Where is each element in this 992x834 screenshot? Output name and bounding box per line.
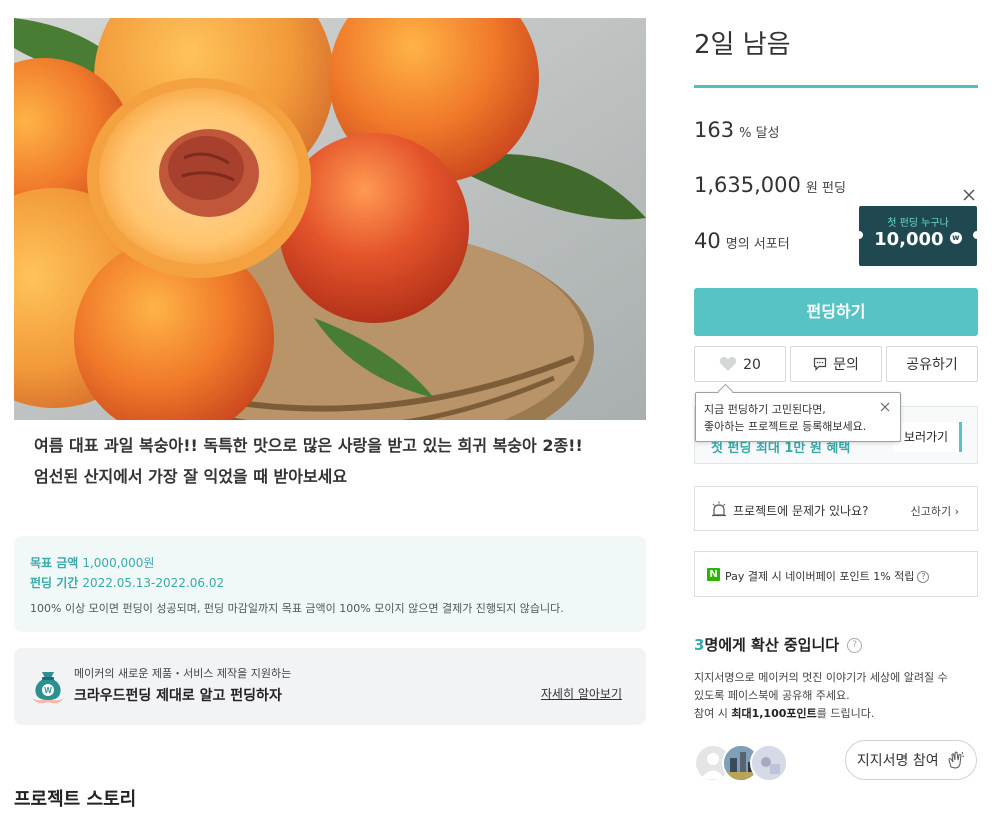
spread-desc-3c: 를 드립니다. — [816, 707, 875, 720]
naver-pay-box: N Pay 결제 시 네이버페이 포인트 1% 적립? — [694, 551, 978, 597]
spread-help-icon[interactable]: ? — [847, 638, 863, 653]
achievement-percent: 163 — [694, 118, 735, 142]
first-funding-coupon[interactable]: 첫 펀딩 누구나 10,000 w — [855, 206, 981, 266]
funding-notice: 100% 이상 모이면 펀딩이 성공되며, 펀딩 마감일까지 목표 금액이 10… — [30, 602, 564, 615]
like-count: 20 — [743, 357, 761, 373]
coupon-value: 10,000 w — [859, 229, 977, 250]
event-view-button[interactable]: 보러가기 — [893, 422, 962, 452]
tooltip-line-2: 좋아하는 프로젝트로 등록해보세요. — [704, 420, 867, 433]
sign-support-label: 지지서명 참여 — [856, 753, 939, 769]
spread-desc-3a: 참여 시 — [694, 707, 732, 720]
funding-period-value: 2022.05.13-2022.06.02 — [82, 576, 225, 590]
sign-support-button[interactable]: 지지서명 참여 — [845, 740, 977, 780]
tooltip-line-1: 지금 펀딩하기 고민된다면, — [704, 403, 826, 416]
spread-description: 지지서명으로 메이커의 멋진 이야기가 세상에 알려질 수 있도록 페이스북에 … — [694, 669, 974, 723]
like-tooltip: 지금 펀딩하기 고민된다면, 좋아하는 프로젝트로 등록해보세요. — [695, 383, 901, 442]
crowdfunding-guide-banner[interactable]: W 메이커의 새로운 제품・서비스 제작을 지원하는 크라우드펀딩 제대로 알고… — [14, 648, 646, 725]
funding-period-label: 펀딩 기간 — [30, 576, 79, 590]
siren-icon — [712, 501, 726, 517]
won-coin-icon: w — [949, 232, 962, 244]
share-label: 공유하기 — [906, 357, 958, 373]
svg-text:W: W — [44, 686, 52, 695]
avatar — [750, 744, 788, 782]
avatar-photo-icon — [752, 746, 786, 780]
naver-pay-label: Pay 결제 시 네이버페이 포인트 1% 적립 — [725, 570, 915, 583]
guide-title: 크라우드펀딩 제대로 알고 펀딩하자 — [74, 688, 282, 704]
share-button[interactable]: 공유하기 — [886, 346, 978, 382]
won-coin-letter: w — [952, 233, 960, 242]
spread-heading: 3명에게 확산 중입니다? — [694, 634, 863, 655]
like-button[interactable]: 20 — [694, 346, 786, 382]
project-story-heading: 프로젝트 스토리 — [14, 789, 137, 810]
funded-amount: 1,635,000 원 펀딩 — [694, 173, 846, 197]
guide-more-link[interactable]: 자세히 알아보기 — [541, 685, 622, 702]
spread-desc-points: 최대1,100포인트 — [731, 707, 817, 720]
achievement-rate: 163 % 달성 — [694, 118, 780, 142]
goal-amount-label: 목표 금액 — [30, 556, 79, 570]
spread-desc-line-1: 지지서명으로 메이커의 멋진 이야기가 세상에 알려질 수 — [694, 671, 948, 684]
tooltip-close-icon[interactable] — [880, 402, 890, 412]
naver-pay-icon: N — [707, 568, 720, 581]
coupon-close-icon[interactable] — [962, 188, 976, 202]
summary-line-2: 엄선된 산지에서 가장 잘 익었을 때 받아보세요 — [34, 467, 348, 486]
spread-desc-line-3: 참여 시 최대1,100포인트를 드립니다. — [694, 705, 974, 723]
funding-period: 펀딩 기간 2022.05.13-2022.06.02 — [30, 574, 224, 591]
chat-bubble-icon — [814, 357, 827, 371]
naver-pay-text: Pay 결제 시 네이버페이 포인트 1% 적립? — [725, 568, 930, 584]
inquiry-label: 문의 — [833, 357, 859, 373]
goal-amount-value: 1,000,000원 — [82, 556, 155, 570]
report-box: 프로젝트에 문제가 있나요? 신고하기 › — [694, 486, 978, 531]
guide-subtitle: 메이커의 새로운 제품・서비스 제작을 지원하는 — [74, 667, 292, 680]
tooltip-arrow — [717, 383, 734, 400]
clap-icon — [948, 751, 965, 769]
coupon-title: 첫 펀딩 누구나 — [887, 218, 949, 229]
inquiry-button[interactable]: 문의 — [790, 346, 882, 382]
funded-amount-unit: 원 펀딩 — [805, 181, 846, 196]
help-icon[interactable]: ? — [917, 571, 930, 583]
report-question: 프로젝트에 문제가 있나요? — [733, 504, 869, 518]
project-summary: 여름 대표 과일 복숭아!! 독특한 맛으로 많은 사랑을 받고 있는 희귀 복… — [34, 430, 634, 492]
achievement-unit: % 달성 — [739, 126, 780, 141]
days-left: 2일 남음 — [694, 30, 791, 60]
goal-amount: 목표 금액 1,000,000원 — [30, 554, 154, 571]
fund-button[interactable]: 펀딩하기 — [694, 288, 978, 336]
supporter-count: 40 명의 서포터 — [694, 229, 790, 253]
coupon-value-amount: 10,000 — [874, 229, 944, 250]
spread-desc-line-2: 있도록 페이스북에 공유해 주세요. — [694, 689, 850, 702]
project-main-image — [14, 18, 646, 420]
money-bag-icon: W — [32, 672, 64, 704]
supporter-count-unit: 명의 서포터 — [725, 237, 790, 252]
progress-bar — [694, 85, 978, 88]
report-link[interactable]: 신고하기 › — [911, 503, 959, 519]
heart-icon — [719, 357, 737, 371]
funded-amount-value: 1,635,000 — [694, 173, 801, 197]
spread-heading-text: 명에게 확산 중입니다 — [704, 636, 840, 654]
summary-line-1: 여름 대표 과일 복숭아!! 독특한 맛으로 많은 사랑을 받고 있는 희귀 복… — [34, 436, 583, 455]
spread-count: 3 — [694, 636, 705, 654]
supporter-count-value: 40 — [694, 229, 721, 253]
funding-goal-box: 목표 금액 1,000,000원 펀딩 기간 2022.05.13-2022.06.… — [14, 536, 646, 632]
